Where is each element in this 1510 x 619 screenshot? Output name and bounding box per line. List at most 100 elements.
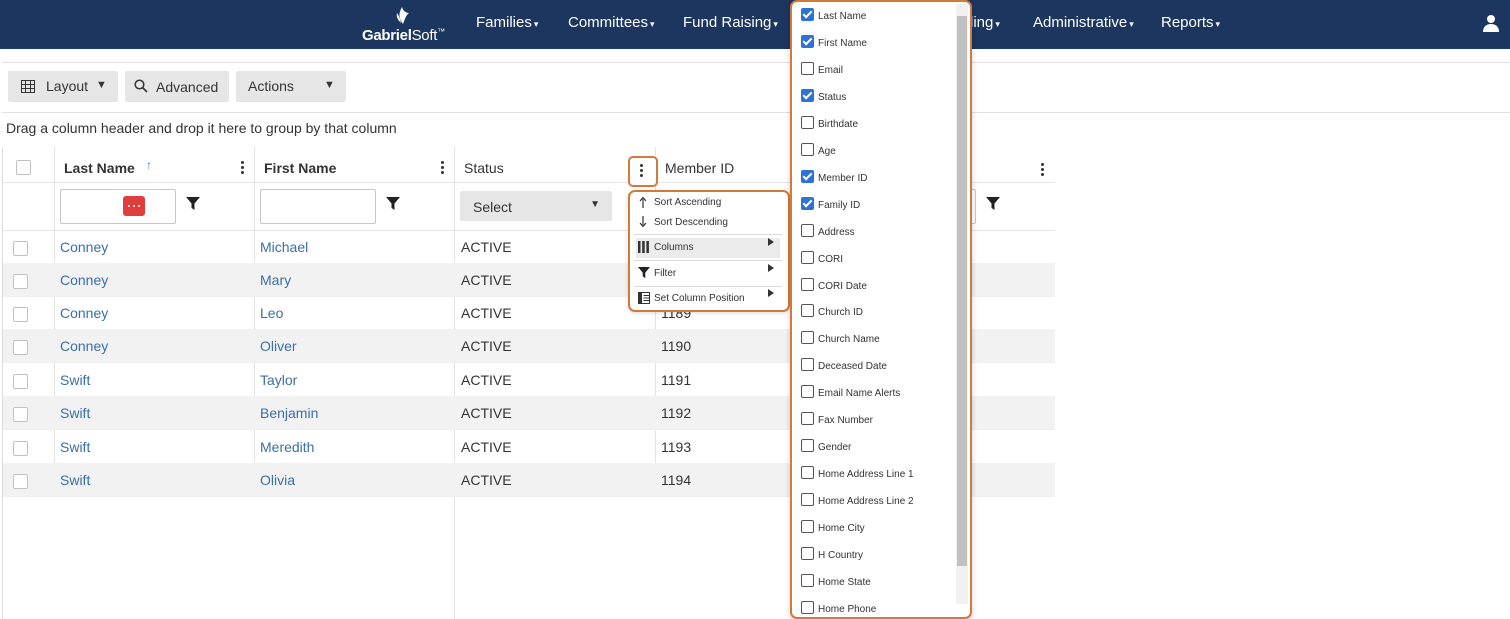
column-toggle-checkbox[interactable] bbox=[801, 250, 814, 264]
column-toggle-checkbox[interactable] bbox=[801, 466, 814, 480]
column-toggle-checkbox[interactable] bbox=[801, 547, 814, 560]
nav-scheduling[interactable]: ling ▾ bbox=[970, 14, 1000, 31]
row-checkbox[interactable] bbox=[13, 274, 28, 289]
last-name-cell[interactable]: Conney bbox=[60, 272, 108, 288]
column-menu-icon[interactable] bbox=[439, 161, 445, 177]
search-icon bbox=[134, 79, 148, 93]
first-name-cell[interactable]: Michael bbox=[260, 239, 308, 255]
header-first-name[interactable]: First Name bbox=[255, 147, 454, 183]
column-toggle-checkbox[interactable] bbox=[801, 358, 814, 372]
first-name-cell[interactable]: Oliver bbox=[260, 338, 297, 354]
group-by-drop-zone[interactable]: Drag a column header and drop it here to… bbox=[6, 120, 397, 136]
last-name-cell[interactable]: Conney bbox=[60, 239, 108, 255]
last-name-filter-input[interactable] bbox=[60, 189, 176, 224]
layout-button[interactable]: Layout ▼ bbox=[8, 71, 118, 102]
last-name-cell[interactable]: Conney bbox=[60, 305, 108, 321]
filter-icon[interactable] bbox=[986, 197, 1000, 211]
first-name-cell[interactable]: Leo bbox=[260, 305, 283, 321]
column-toggle-label: Home Address Line 1 bbox=[818, 469, 914, 481]
column-toggle-checkbox[interactable] bbox=[801, 223, 814, 237]
column-menu-icon[interactable] bbox=[239, 161, 245, 177]
header-last-name-label: Last Name bbox=[64, 160, 135, 176]
status-filter-select[interactable]: Select ▼ bbox=[460, 191, 612, 221]
column-toggle-checkbox[interactable] bbox=[801, 61, 814, 75]
column-toggle-checkbox[interactable] bbox=[801, 169, 814, 183]
member-id-cell: 1193 bbox=[661, 439, 692, 455]
row-checkbox[interactable] bbox=[13, 241, 28, 256]
row-checkbox[interactable] bbox=[13, 474, 28, 489]
column-toggle-checkbox[interactable] bbox=[801, 304, 814, 318]
password-manager-icon[interactable] bbox=[123, 196, 145, 216]
first-name-cell[interactable]: Meredith bbox=[260, 439, 314, 455]
nav-fund-raising[interactable]: Fund Raising ▾ bbox=[683, 14, 778, 31]
row-checkbox[interactable] bbox=[13, 441, 28, 456]
column-toggle-checkbox[interactable] bbox=[801, 385, 814, 399]
menu-columns-label: Columns bbox=[654, 242, 694, 253]
nav-families-label: Families bbox=[476, 14, 532, 31]
column-toggle-checkbox[interactable] bbox=[801, 573, 814, 587]
row-checkbox[interactable] bbox=[13, 307, 28, 322]
row-checkbox[interactable] bbox=[13, 340, 28, 355]
chevron-right-icon bbox=[768, 264, 774, 272]
status-cell: ACTIVE bbox=[461, 239, 512, 255]
column-toggle-checkbox[interactable] bbox=[801, 331, 814, 345]
advanced-search-button[interactable]: Advanced bbox=[125, 71, 229, 102]
menu-sort-descending[interactable]: Sort Descending bbox=[636, 213, 780, 233]
filter-icon[interactable] bbox=[386, 197, 400, 211]
column-toggle-checkbox[interactable] bbox=[801, 142, 814, 156]
actions-button[interactable]: Actions ▼ bbox=[236, 71, 346, 102]
menu-filter[interactable]: Filter bbox=[636, 264, 780, 284]
column-toggle-label: Home City bbox=[818, 523, 865, 535]
first-name-cell[interactable]: Olivia bbox=[260, 472, 295, 488]
last-name-cell[interactable]: Swift bbox=[60, 372, 90, 388]
column-toggle-checkbox[interactable] bbox=[801, 277, 814, 291]
first-name-cell[interactable]: Benjamin bbox=[260, 405, 318, 421]
status-cell: ACTIVE bbox=[461, 272, 512, 288]
last-name-cell[interactable]: Swift bbox=[60, 472, 90, 488]
chevron-down-icon: ▾ bbox=[773, 19, 778, 29]
first-name-cell[interactable]: Mary bbox=[260, 272, 291, 288]
column-toggle-label: Address bbox=[818, 226, 855, 238]
nav-families[interactable]: Families ▾ bbox=[476, 14, 538, 31]
last-name-cell[interactable]: Swift bbox=[60, 439, 90, 455]
gabrielsoft-logo[interactable]: GabrielSoft™ bbox=[362, 5, 446, 45]
scrollbar-thumb[interactable] bbox=[957, 16, 967, 566]
column-toggle-label: CORI bbox=[818, 253, 843, 265]
first-name-filter-input[interactable] bbox=[260, 189, 376, 224]
menu-sort-ascending[interactable]: Sort Ascending bbox=[636, 193, 780, 213]
arrow-down-icon bbox=[639, 216, 647, 227]
column-toggle-checkbox[interactable] bbox=[801, 8, 814, 21]
nav-reports[interactable]: Reports ▾ bbox=[1161, 14, 1220, 31]
last-name-cell[interactable]: Swift bbox=[60, 405, 90, 421]
column-toggle-checkbox[interactable] bbox=[801, 520, 814, 534]
column-toggle-checkbox[interactable] bbox=[801, 34, 814, 48]
nav-committees[interactable]: Committees ▾ bbox=[568, 14, 655, 31]
row-checkbox[interactable] bbox=[13, 374, 28, 389]
member-id-cell: 1191 bbox=[661, 372, 692, 388]
first-name-cell[interactable]: Taylor bbox=[260, 372, 297, 388]
status-column-menu-button[interactable] bbox=[628, 156, 658, 187]
column-menu-icon[interactable] bbox=[1039, 163, 1045, 179]
row-checkbox[interactable] bbox=[13, 407, 28, 422]
menu-set-column-position[interactable]: Set Column Position bbox=[636, 289, 780, 309]
column-toggle-checkbox[interactable] bbox=[801, 88, 814, 102]
chevron-right-icon bbox=[768, 238, 774, 246]
grid-layout-icon bbox=[21, 80, 35, 93]
column-toggle-checkbox[interactable] bbox=[801, 196, 814, 210]
column-toggle-checkbox[interactable] bbox=[801, 439, 814, 453]
column-toggle-checkbox[interactable] bbox=[801, 115, 814, 129]
column-toggle-checkbox[interactable] bbox=[801, 493, 814, 507]
header-status[interactable]: Status bbox=[455, 147, 655, 183]
nav-administrative[interactable]: Administrative ▾ bbox=[1033, 14, 1134, 31]
nav-administrative-label: Administrative bbox=[1033, 14, 1128, 31]
menu-filter-label: Filter bbox=[654, 268, 677, 279]
menu-columns[interactable]: Columns bbox=[636, 238, 780, 258]
header-last-name[interactable]: Last Name ↑ bbox=[55, 147, 254, 183]
column-toggle-checkbox[interactable] bbox=[801, 412, 814, 426]
last-name-cell[interactable]: Conney bbox=[60, 338, 108, 354]
user-icon[interactable] bbox=[1482, 14, 1500, 32]
header-member-id[interactable]: Member ID bbox=[656, 147, 790, 183]
filter-icon[interactable] bbox=[186, 197, 200, 211]
select-all-checkbox[interactable] bbox=[16, 160, 31, 175]
column-toggle-checkbox[interactable] bbox=[801, 600, 814, 614]
